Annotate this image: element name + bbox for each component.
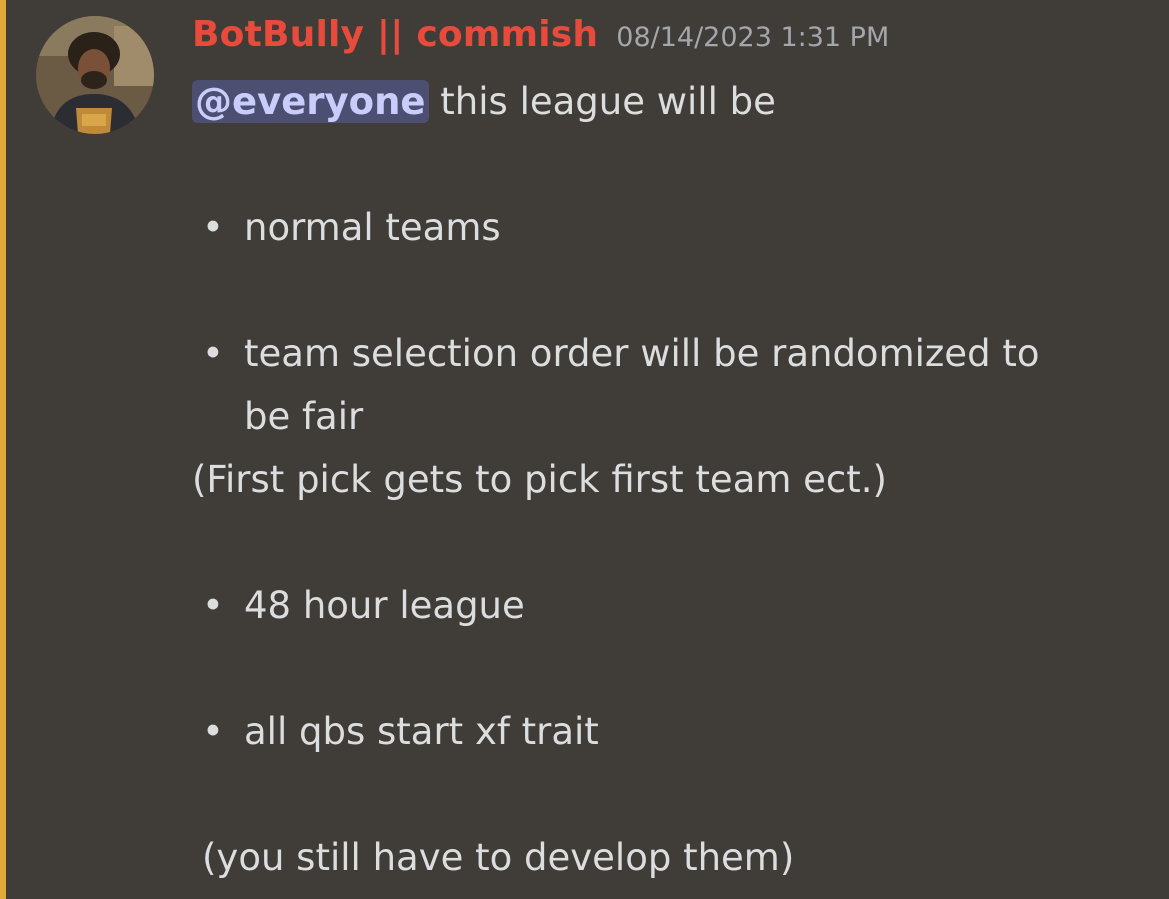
- bullet-dot-icon: •: [202, 206, 224, 249]
- author-username[interactable]: BotBully || commish: [192, 14, 598, 55]
- message-header: BotBully || commish 08/14/2023 1:31 PM: [192, 14, 889, 55]
- list-item-text: team selection order will be randomized …: [244, 332, 1040, 375]
- intro-line: @everyone this league will be: [192, 70, 776, 133]
- bullet-dot-icon: •: [202, 584, 224, 627]
- note-line: (you still have to develop them): [202, 836, 795, 879]
- list-item-text: normal teams: [244, 206, 501, 249]
- chat-message-view: BotBully || commish 08/14/2023 1:31 PM @e…: [0, 0, 1169, 899]
- list-item-text: 48 hour league: [244, 584, 525, 627]
- user-avatar-photo-icon: [36, 16, 154, 134]
- avatar[interactable]: [36, 16, 154, 134]
- note-line: (First pick gets to pick first team ect.…: [192, 458, 887, 501]
- intro-text: this league will be: [428, 80, 776, 123]
- mention-highlight-bar: [0, 0, 6, 899]
- everyone-mention[interactable]: @everyone: [192, 80, 429, 123]
- bullet-dot-icon: •: [202, 332, 224, 375]
- message-timestamp[interactable]: 08/14/2023 1:31 PM: [616, 22, 889, 53]
- bullet-dot-icon: •: [202, 710, 224, 753]
- list-item-text-continuation: be fair: [244, 395, 364, 438]
- list-item-text: all qbs start xf trait: [244, 710, 599, 753]
